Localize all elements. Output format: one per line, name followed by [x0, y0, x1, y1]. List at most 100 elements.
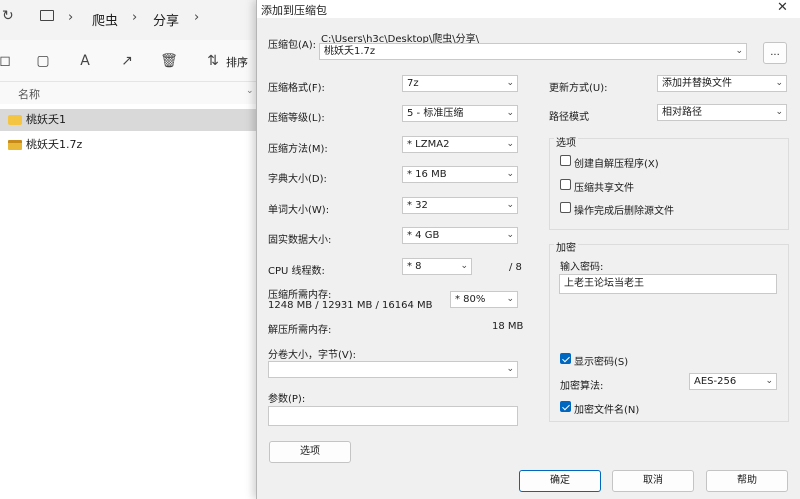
delete-checkbox[interactable] — [560, 202, 571, 213]
refresh-icon[interactable]: ↻ — [2, 8, 14, 24]
shared-checkbox[interactable] — [560, 179, 571, 190]
paste-icon[interactable]: ▢ — [34, 52, 52, 70]
delete-icon[interactable]: 🗑 — [160, 52, 178, 70]
method-label: 压缩方法(M): — [268, 144, 328, 155]
word-value: * 32 — [407, 200, 428, 211]
breadcrumb-item[interactable]: 分享 — [153, 10, 179, 29]
file-name: 桃妖夭1.7z — [26, 138, 83, 151]
chevron-down-icon: ⌄ — [506, 139, 514, 149]
dict-value: * 16 MB — [407, 169, 447, 180]
method-select[interactable]: * LZMA2 ⌄ — [402, 136, 518, 153]
chevron-down-icon: ⌄ — [775, 78, 783, 88]
word-select[interactable]: * 32 ⌄ — [402, 197, 518, 214]
archive-icon — [8, 140, 22, 150]
share-icon[interactable]: ↗ — [118, 52, 136, 70]
options-button[interactable]: 选项 — [269, 441, 351, 463]
encrypt-names-label[interactable]: 加密文件名(N) — [574, 401, 639, 416]
browse-button[interactable]: ... — [763, 42, 787, 64]
close-icon[interactable]: ✕ — [777, 0, 788, 15]
archive-name-combo[interactable]: 桃妖夭1.7z ⌄ — [319, 43, 747, 60]
cpu-value: * 8 — [407, 261, 422, 272]
cpu-label: CPU 线程数: — [268, 266, 325, 277]
password-label: 输入密码: — [560, 262, 604, 273]
solid-label: 固实数据大小: — [268, 235, 332, 246]
solid-select[interactable]: * 4 GB ⌄ — [402, 227, 518, 244]
chevron-down-icon: ⌄ — [506, 364, 514, 374]
breadcrumb-item[interactable]: 爬虫 — [92, 10, 118, 29]
ok-button[interactable]: 确定 — [519, 470, 601, 492]
split-label: 分卷大小，字节(V): — [268, 350, 357, 361]
dict-select[interactable]: * 16 MB ⌄ — [402, 166, 518, 183]
chevron-down-icon: ⌄ — [506, 108, 514, 118]
list-item[interactable]: 桃妖夭1 — [0, 109, 258, 131]
archive-label: 压缩包(A): — [268, 40, 317, 51]
split-combo[interactable]: ⌄ — [268, 361, 518, 378]
update-select[interactable]: 添加并替换文件 ⌄ — [657, 75, 787, 92]
level-label: 压缩等级(L): — [268, 113, 325, 124]
dialog-title: 添加到压缩包 — [261, 4, 327, 17]
file-name: 桃妖夭1 — [26, 113, 66, 126]
method-value: * LZMA2 — [407, 139, 450, 150]
dict-label: 字典大小(D): — [268, 174, 327, 185]
level-value: 5 - 标准压缩 — [407, 108, 464, 119]
help-button[interactable]: 帮助 — [706, 470, 788, 492]
level-select[interactable]: 5 - 标准压缩 ⌄ — [402, 105, 518, 122]
update-value: 添加并替换文件 — [662, 78, 732, 89]
decomp-label: 解压所需内存: — [268, 325, 332, 336]
path-value: 相对路径 — [662, 107, 702, 118]
mem-select[interactable]: * 80% ⌄ — [450, 291, 518, 308]
chevron-down-icon[interactable]: ⌄ — [735, 44, 743, 59]
chevron-down-icon: ⌄ — [775, 107, 783, 117]
path-select[interactable]: 相对路径 ⌄ — [657, 104, 787, 121]
format-select[interactable]: 7z ⌄ — [402, 75, 518, 92]
show-password-checkbox[interactable] — [560, 353, 571, 364]
format-label: 压缩格式(F): — [268, 83, 325, 94]
copy-icon[interactable]: ◻ — [0, 52, 14, 70]
enc-method-value: AES-256 — [694, 376, 737, 387]
params-label: 参数(P): — [268, 394, 306, 405]
sfx-label[interactable]: 创建自解压程序(X) — [574, 155, 659, 170]
update-label: 更新方式(U): — [549, 83, 608, 94]
this-pc-icon[interactable] — [40, 10, 54, 21]
options-group-title: 选项 — [554, 134, 578, 149]
show-password-label[interactable]: 显示密码(S) — [574, 353, 628, 368]
sort-label[interactable]: 排序 — [226, 54, 248, 70]
format-value: 7z — [407, 78, 419, 89]
params-input[interactable] — [268, 406, 518, 426]
chevron-down-icon: ⌄ — [506, 294, 514, 304]
rename-icon[interactable]: A — [76, 52, 94, 70]
column-name-label[interactable]: 名称 — [18, 86, 40, 102]
archive-name-value: 桃妖夭1.7z — [324, 46, 376, 57]
chevron-down-icon: ⌄ — [506, 169, 514, 179]
encryption-group-title: 加密 — [554, 239, 578, 254]
word-label: 单词大小(W): — [268, 205, 330, 216]
shared-label[interactable]: 压缩共享文件 — [574, 179, 634, 194]
password-input[interactable]: 上老王论坛当老王 — [559, 274, 777, 294]
chevron-down-icon: ⌄ — [506, 200, 514, 210]
folder-icon — [8, 115, 22, 125]
add-to-archive-dialog: 添加到压缩包 ✕ 压缩包(A): C:\Users\h3c\Desktop\爬虫… — [256, 0, 800, 499]
chevron-right-icon: › — [68, 10, 74, 25]
mem-value: * 80% — [455, 294, 486, 305]
cpu-total: / 8 — [509, 262, 522, 273]
enc-method-label: 加密算法: — [560, 381, 604, 392]
encrypt-names-checkbox[interactable] — [560, 401, 571, 412]
chevron-right-icon: › — [194, 10, 200, 25]
chevron-down-icon: ⌄ — [506, 230, 514, 240]
list-item[interactable]: 桃妖夭1.7z — [0, 134, 258, 156]
enc-method-select[interactable]: AES-256 ⌄ — [689, 373, 777, 390]
delete-label[interactable]: 操作完成后删除源文件 — [574, 202, 674, 217]
mem-detail: 1248 MB / 12931 MB / 16164 MB — [268, 300, 433, 311]
sfx-checkbox[interactable] — [560, 155, 571, 166]
sort-icon[interactable]: ⇅ — [204, 52, 222, 70]
mem-label: 压缩所需内存: — [268, 290, 332, 301]
cancel-button[interactable]: 取消 — [612, 470, 694, 492]
chevron-down-icon: ⌄ — [506, 78, 514, 88]
decomp-value: 18 MB — [492, 321, 524, 332]
chevron-right-icon: › — [132, 10, 138, 25]
chevron-down-icon[interactable]: ⌄ — [246, 86, 254, 96]
column-header[interactable]: 名称 ⌄ — [0, 82, 258, 104]
cpu-select[interactable]: * 8 ⌄ — [402, 258, 472, 275]
solid-value: * 4 GB — [407, 230, 440, 241]
dialog-titlebar: 添加到压缩包 ✕ — [257, 0, 800, 18]
